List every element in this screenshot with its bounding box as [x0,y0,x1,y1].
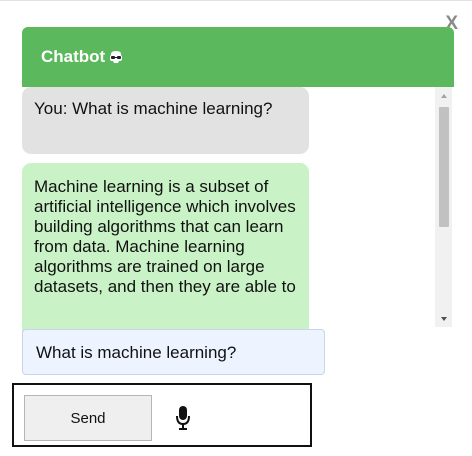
microphone-icon[interactable] [175,405,191,436]
user-message: You: What is machine learning? [22,87,309,154]
input-controls: Send [12,383,312,447]
bot-message: Machine learning is a subset of artifici… [22,163,309,357]
scroll-up-arrow-icon[interactable] [435,87,452,104]
top-divider [0,0,472,1]
chat-header: Chatbot [22,27,454,87]
scroll-thumb[interactable] [439,107,449,227]
scroll-down-arrow-icon[interactable] [435,310,452,327]
chat-title: Chatbot [41,47,106,66]
send-button[interactable]: Send [24,395,152,441]
message-input[interactable]: What is machine learning? [22,329,325,375]
chatbot-widget: Chatbot You: What is machine learning? M… [22,27,454,387]
bot-sunglasses-icon [108,50,124,64]
message-list[interactable]: You: What is machine learning? Machine l… [22,87,454,357]
message-scrollbar[interactable] [435,87,452,327]
